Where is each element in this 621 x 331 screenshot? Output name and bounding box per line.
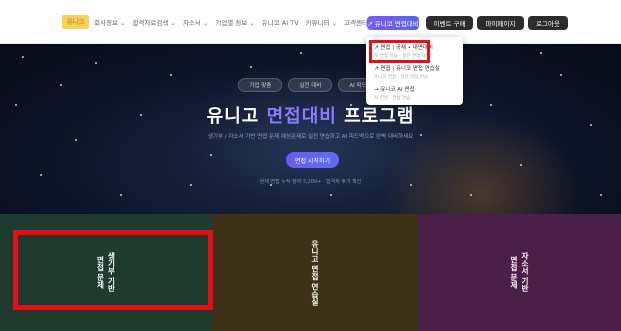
dropdown-item-subtitle: AI 기반 · 면접 연습 [374,96,411,101]
star [520,164,522,166]
star [470,194,472,196]
star [560,74,562,76]
star [210,154,212,156]
hero-pill: 실전 대비 [288,78,333,92]
site-logo[interactable]: 유니코 [62,15,89,29]
nav-item-company-info[interactable]: 기업별 정보 ⌄ [215,17,254,27]
panel-essay-based[interactable]: 자소서 기반 면접 문제 [418,214,621,331]
dropdown-item-ai-interview[interactable]: → 유니코 AI 면접 AI 기반 · 면접 연습 [366,83,463,104]
hero-title-suffix: 프로그램 [336,106,415,127]
star [300,52,302,54]
dropdown-item-title: ↗ 면접 | 유니코 면접 연습실 [374,66,440,72]
event-purchase-button[interactable]: 이벤트 구매 [426,16,473,30]
panel-label: 자소서 기반 면접 문제 [509,252,530,293]
star [250,66,252,68]
nav-item-tv[interactable]: 유니코 AI TV [262,17,299,27]
highlight-box-dropdown [369,40,430,63]
hero-stats: 현재 면접 누적 참여 3,200+ · 합격자 후기 확인 [259,179,362,185]
hero-section: 기업 맞춤 실전 대비 AI 피드백 유니고 면접대비 프로그램 생기부 / 자… [0,44,621,214]
star [540,52,542,54]
hero-subtitle: 생기부 / 자소서 기반 면접 문제 예상문제로 실전 연습하고 AI 피드백으… [207,134,414,140]
nav-item-company[interactable]: 회사정보 ⌄ [94,17,125,27]
dropdown-item-practice-room[interactable]: ↗ 면접 | 유니코 면접 연습실 유니코 면접 · 실전 면접 연습 [366,62,463,83]
hero-pill-row: 기업 맞춤 실전 대비 AI 피드백 [0,78,621,92]
start-interview-button[interactable]: 면접 시작하기 [286,152,339,168]
dropdown-item-title: → 유니코 AI 면접 [374,87,415,93]
nav-item-search[interactable]: 합격자료검색 ⌄ [132,17,175,27]
hero-title-accent: 면접대비 [266,106,337,127]
star [120,194,122,196]
hero-pill: 기업 맞춤 [238,78,283,92]
hero-title: 유니고 면접대비 프로그램 [0,102,621,128]
nav-item-community[interactable]: 커뮤니티 ⌄ [306,17,337,27]
star [22,56,24,58]
interview-prep-button[interactable]: ↗ 유니코 면접대비 [367,16,419,30]
panel-practice-room[interactable]: 유니고 면접 연습실 [212,214,418,331]
logout-button[interactable]: 로그아웃 [528,16,568,30]
mypage-button[interactable]: 마이페이지 [477,16,524,30]
star [170,74,172,76]
panel-label: 유니고 면접 연습실 [310,239,320,306]
hero-title-prefix: 유니고 [206,106,267,127]
star [330,194,332,196]
nav-item-essay[interactable]: 자소서 ⌄ [183,17,208,27]
main-nav: 회사정보 ⌄ 합격자료검색 ⌄ 자소서 ⌄ 기업별 정보 ⌄ 유니코 AI TV… [94,17,376,27]
dropdown-item-subtitle: 유니코 면접 · 실전 면접 연습 [374,75,429,80]
star [95,62,97,64]
star [40,174,42,176]
hero-glow-warm [381,114,581,214]
star [600,194,602,196]
highlight-box-panel [13,230,213,310]
top-navigation: 유니코 회사정보 ⌄ 합격자료검색 ⌄ 자소서 ⌄ 기업별 정보 ⌄ 유니코 A… [0,0,621,44]
